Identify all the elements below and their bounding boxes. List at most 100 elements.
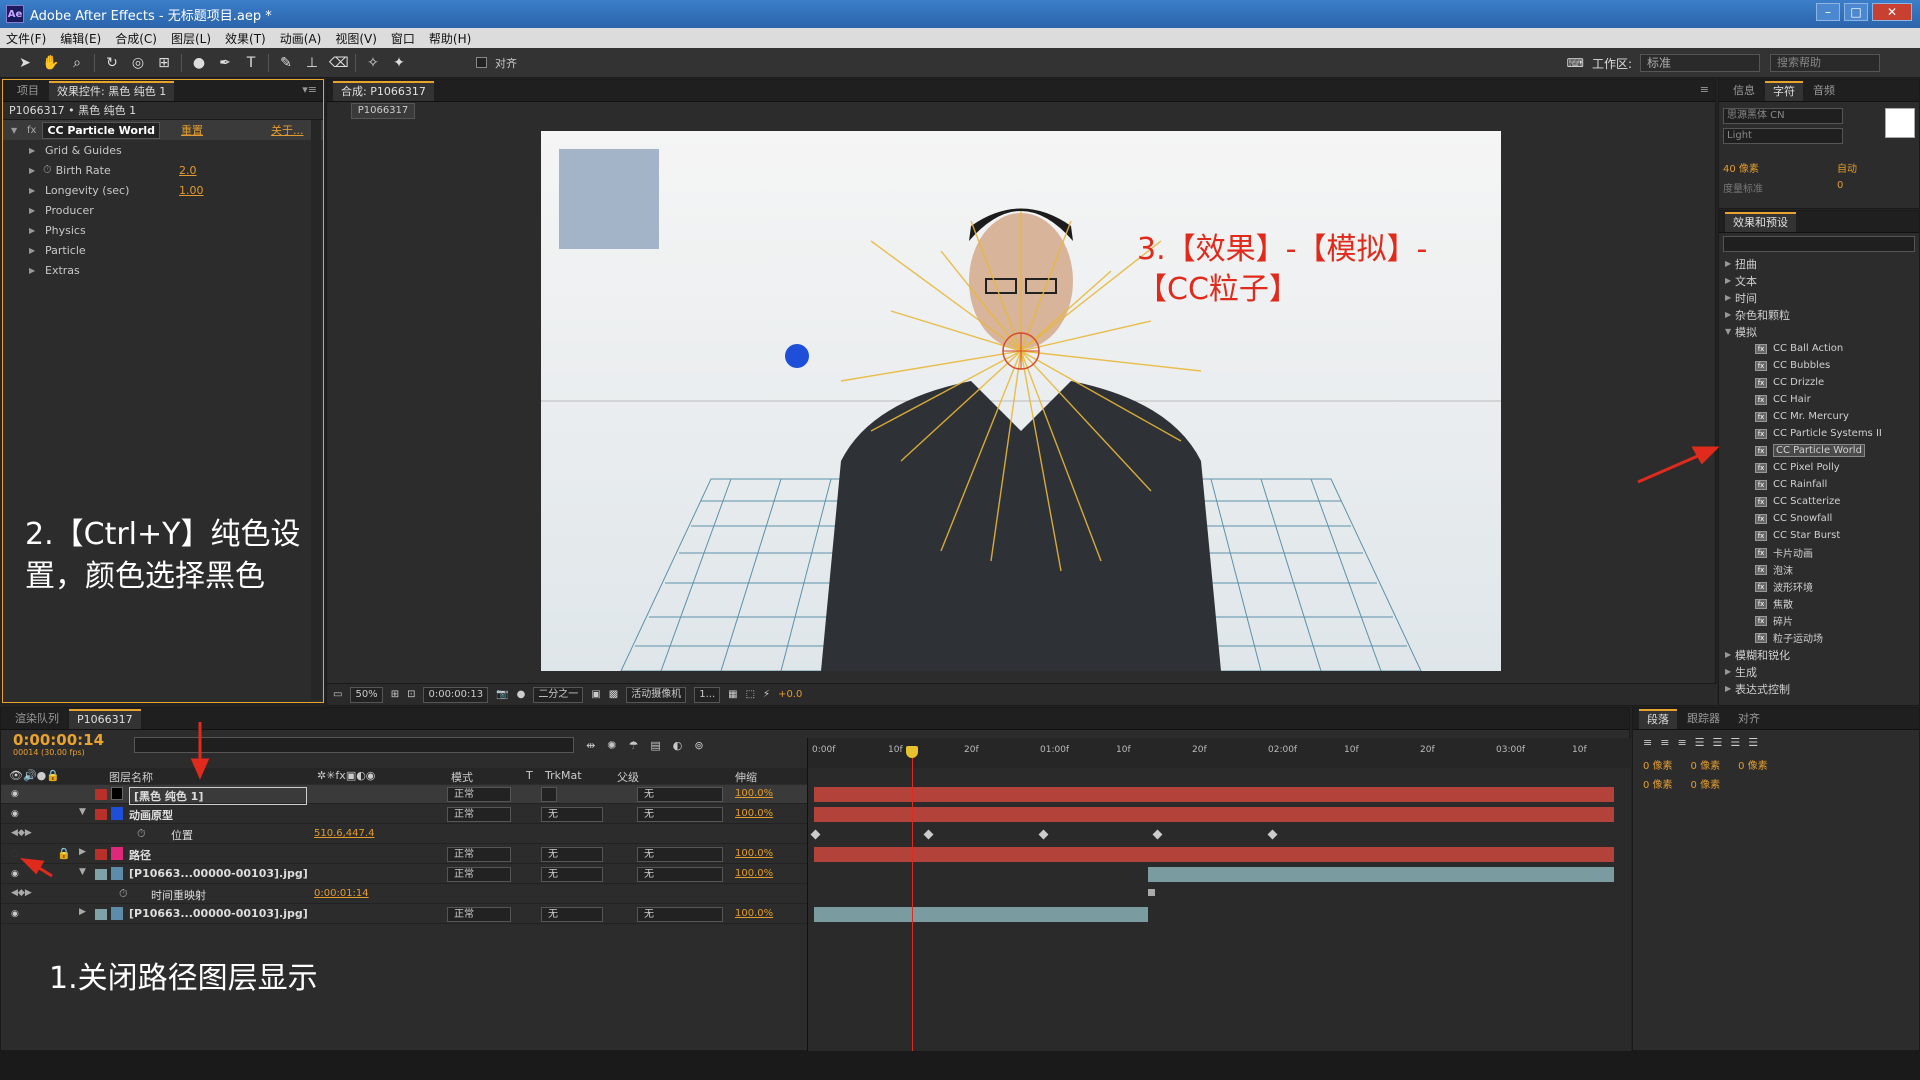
chevron-right-icon[interactable]: ▶	[29, 246, 39, 255]
effect-category[interactable]: ▶ 杂色和颗粒	[1725, 306, 1919, 323]
font-size-field[interactable]: 40 像素	[1723, 160, 1759, 175]
effect-item[interactable]: fx CC Rainfall	[1725, 476, 1919, 493]
label-color-swatch[interactable]	[95, 789, 107, 800]
birth-rate-value[interactable]: 2.0	[179, 164, 197, 177]
label-color-swatch[interactable]	[95, 909, 107, 920]
property-producer[interactable]: ▶ Producer	[3, 200, 323, 220]
trkmat-dropdown[interactable]: 无	[541, 907, 603, 922]
chevron-right-icon[interactable]: ▶	[1725, 667, 1735, 676]
property-row[interactable]: ◀◆▶ ⏱ 位置 510.6,447.4	[1, 825, 807, 844]
camera-orbit-tool-icon[interactable]: ◎	[129, 54, 147, 72]
effect-category[interactable]: ▶ 生成	[1725, 663, 1919, 680]
stretch-value[interactable]: 100.0%	[735, 788, 773, 799]
scrollbar[interactable]	[311, 120, 321, 700]
layer-name[interactable]: [P10663...00000-00103].jpg]	[129, 907, 308, 920]
keyframe-nav-icon[interactable]: ◀◆▶	[11, 828, 32, 838]
align-checkbox[interactable]	[476, 57, 487, 68]
eye-icon[interactable]: ◉	[11, 809, 23, 819]
col-layer-name[interactable]: 图层名称	[109, 769, 153, 785]
trkmat-dropdown[interactable]: 无	[541, 807, 603, 822]
shy-layers-icon[interactable]: ☂	[629, 739, 639, 752]
label-color-swatch[interactable]	[95, 849, 107, 860]
effect-item[interactable]: fx 焦散	[1725, 595, 1919, 612]
stretch-value[interactable]: 100.0%	[735, 908, 773, 919]
tab-info[interactable]: 信息	[1725, 81, 1763, 101]
tab-timeline-comp[interactable]: P1066317	[69, 709, 141, 729]
chevron-right-icon[interactable]: ▶	[79, 907, 86, 917]
trkmat-box[interactable]	[541, 787, 557, 802]
font-style-dropdown[interactable]: Light	[1723, 128, 1843, 144]
composition-sub-tab[interactable]: P1066317	[351, 103, 415, 119]
chevron-right-icon[interactable]: ▶	[1725, 310, 1735, 319]
property-birth-rate[interactable]: ▶ ⏱ Birth Rate 2.0	[3, 160, 323, 180]
menu-effect[interactable]: 效果(T)	[225, 30, 266, 47]
effect-category[interactable]: ▶ 表达式控制	[1725, 680, 1919, 697]
menu-animation[interactable]: 动画(A)	[280, 30, 322, 47]
tab-paragraph[interactable]: 段落	[1639, 709, 1677, 729]
layer-name[interactable]: 动画原型	[129, 807, 173, 823]
search-help-input[interactable]: 搜索帮助	[1770, 54, 1880, 72]
motion-blur-icon[interactable]: ◐	[673, 739, 683, 752]
keyframe[interactable]	[810, 829, 821, 840]
effect-item[interactable]: fx 粒子运动场	[1725, 629, 1919, 646]
chevron-right-icon[interactable]: ▶	[29, 166, 39, 175]
kerning-field[interactable]: 度量标准	[1723, 180, 1763, 195]
stretch-value[interactable]: 100.0%	[735, 808, 773, 819]
effect-category[interactable]: ▶ 文本	[1725, 272, 1919, 289]
layer-duration-bar[interactable]	[814, 907, 1148, 922]
effect-item[interactable]: fx 波形环境	[1725, 578, 1919, 595]
chevron-down-icon[interactable]: ▼	[11, 126, 21, 135]
indent-left-field[interactable]: 0 像素	[1643, 757, 1673, 772]
chevron-down-icon[interactable]: ▼	[79, 867, 86, 877]
layer-row[interactable]: ◉ ▼ [P10663...00000-00103].jpg] 正常 无 无 1…	[1, 865, 807, 884]
eye-icon[interactable]: ◉	[11, 869, 23, 879]
chevron-right-icon[interactable]: ▶	[1725, 276, 1735, 285]
chevron-right-icon[interactable]: ▶	[1725, 259, 1735, 268]
layer-row[interactable]: ◉ ▼ 动画原型 正常 无 无 100.0%	[1, 805, 807, 824]
keyframe-nav-icon[interactable]: ◀◆▶	[11, 888, 32, 898]
layer-name[interactable]: [黑色 纯色 1]	[129, 787, 307, 805]
property-longevity[interactable]: ▶ Longevity (sec) 1.00	[3, 180, 323, 200]
layer-name[interactable]: [P10663...00000-00103].jpg]	[129, 867, 308, 880]
justify-right-icon[interactable]: ☰	[1730, 736, 1740, 749]
layer-row[interactable]: ◉ [黑色 纯色 1] 正常 无 100.0%	[1, 785, 807, 805]
stopwatch-icon[interactable]: ⏱	[119, 887, 128, 901]
flowchart-icon[interactable]: ⬚	[746, 689, 755, 700]
current-time-indicator[interactable]	[912, 748, 913, 1052]
panel-menu-icon[interactable]: ▾≡	[302, 83, 317, 96]
space-after-field[interactable]: 0 像素	[1691, 776, 1721, 791]
stopwatch-icon[interactable]: ⏱	[137, 827, 146, 841]
chevron-right-icon[interactable]: ▶	[29, 206, 39, 215]
chevron-right-icon[interactable]: ▶	[29, 226, 39, 235]
zoom-dropdown[interactable]: 50%	[350, 686, 383, 703]
property-extras[interactable]: ▶ Extras	[3, 260, 323, 280]
tab-composition[interactable]: 合成: P1066317	[333, 81, 434, 101]
chevron-right-icon[interactable]: ▶	[79, 847, 86, 857]
tab-audio[interactable]: 音频	[1805, 81, 1843, 101]
tab-effects-presets[interactable]: 效果和预设	[1725, 212, 1796, 232]
eye-icon[interactable]: ◉	[11, 909, 23, 919]
menu-edit[interactable]: 编辑(E)	[60, 30, 101, 47]
menu-view[interactable]: 视图(V)	[335, 30, 377, 47]
col-stretch[interactable]: 伸缩	[735, 769, 757, 785]
parent-dropdown[interactable]: 无	[637, 867, 723, 882]
col-trkmat[interactable]: TrkMat	[545, 769, 582, 782]
close-button[interactable]: ✕	[1872, 3, 1912, 21]
mode-dropdown[interactable]: 正常	[447, 907, 511, 922]
pen-tool-icon[interactable]: ✒	[216, 54, 234, 72]
current-time-display[interactable]: 0:00:00:14	[13, 733, 104, 748]
tab-effect-controls[interactable]: 效果控件: 黑色 纯色 1	[49, 81, 175, 101]
property-particle[interactable]: ▶ Particle	[3, 240, 323, 260]
align-left-icon[interactable]: ≡	[1643, 736, 1652, 749]
effect-item[interactable]: fx CC Ball Action	[1725, 340, 1919, 357]
lock-icon[interactable]: 🔒	[57, 847, 71, 860]
layer-duration-bar[interactable]	[814, 847, 1614, 862]
label-color-swatch[interactable]	[95, 809, 107, 820]
keyframe[interactable]	[1267, 829, 1278, 840]
effect-item[interactable]: fx 卡片动画	[1725, 544, 1919, 561]
mode-dropdown[interactable]: 正常	[447, 847, 511, 862]
chevron-right-icon[interactable]: ▶	[29, 186, 39, 195]
timeline-graph[interactable]: 0:00f 10f 20f 01:00f 10f 20f 02:00f 10f 20f 03:00…	[807, 738, 1632, 1052]
color-channel-icon[interactable]: ●	[517, 689, 526, 700]
parent-dropdown[interactable]: 无	[637, 807, 723, 822]
